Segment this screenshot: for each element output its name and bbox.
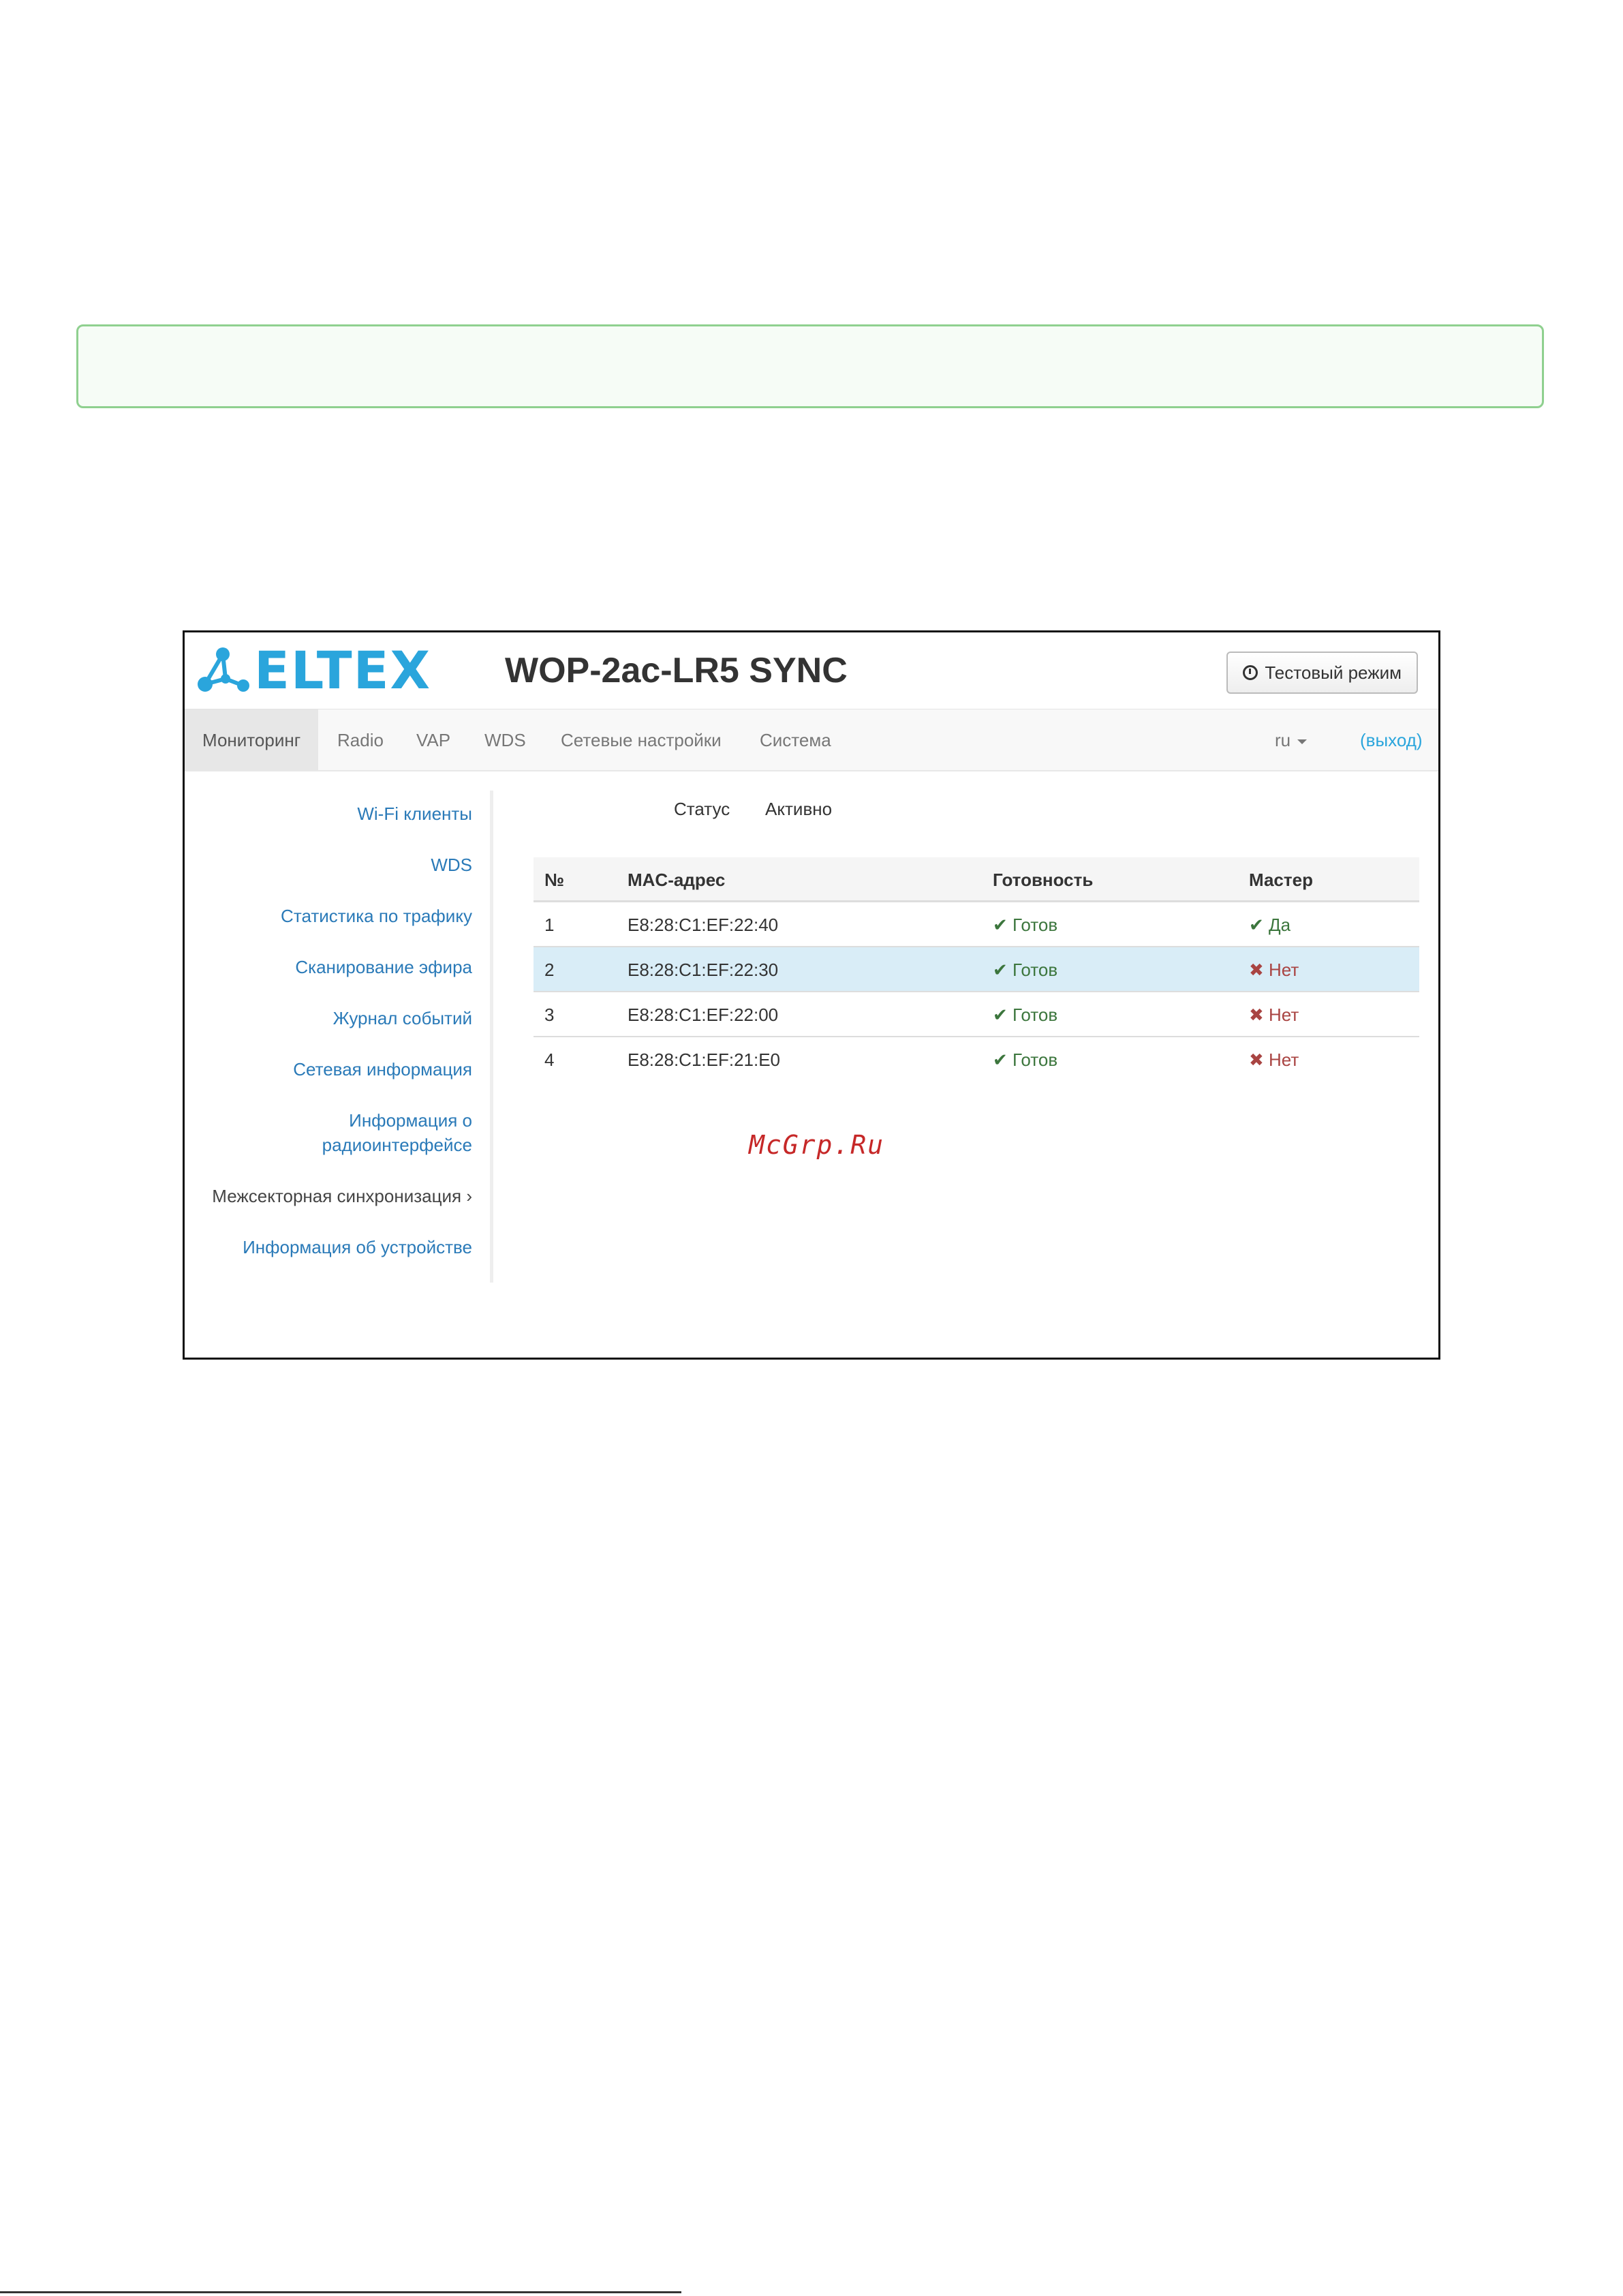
nav-tab-wds[interactable]: WDS bbox=[467, 709, 544, 771]
col-header-master: Мастер bbox=[1249, 870, 1313, 890]
caret-down-icon bbox=[1297, 739, 1308, 744]
logout-link[interactable]: (выход) bbox=[1360, 709, 1423, 771]
nav-tab-radio[interactable]: Radio bbox=[320, 709, 401, 771]
table-header: № MAC-адрес Готовность Мастер bbox=[534, 857, 1419, 902]
cell-mac: E8:28:C1:EF:22:30 bbox=[628, 960, 779, 980]
cell-master: ✔ Да bbox=[1249, 902, 1290, 947]
nav-tab-monitoring[interactable]: Мониторинг bbox=[185, 709, 319, 771]
sidebar-divider bbox=[490, 791, 493, 1283]
status-value: Активно bbox=[765, 799, 833, 819]
cell-mac: E8:28:C1:EF:22:00 bbox=[628, 1005, 779, 1025]
table-row[interactable]: 3 E8:28:C1:EF:22:00 ✔ Готов ✖ Нет bbox=[534, 992, 1419, 1037]
master-text: Нет bbox=[1269, 1005, 1299, 1025]
check-icon: ✔ bbox=[993, 960, 1008, 980]
cell-mac: E8:28:C1:EF:22:40 bbox=[628, 915, 779, 935]
cell-num: 4 bbox=[544, 1050, 555, 1070]
check-icon: ✔ bbox=[993, 915, 1008, 935]
cell-num: 1 bbox=[544, 915, 555, 935]
table-row[interactable]: 4 E8:28:C1:EF:21:E0 ✔ Готов ✖ Нет bbox=[534, 1037, 1419, 1082]
ready-text: Готов bbox=[1013, 915, 1058, 935]
check-icon: ✔ bbox=[1249, 915, 1264, 935]
sync-table: № MAC-адрес Готовность Мастер 1 E8:28:C1… bbox=[534, 857, 1419, 1082]
clock-icon bbox=[1243, 665, 1258, 680]
cross-icon: ✖ bbox=[1249, 960, 1264, 980]
cross-icon: ✖ bbox=[1249, 1005, 1264, 1025]
ready-text: Готов bbox=[1013, 1050, 1058, 1070]
status-label: Статус bbox=[674, 799, 730, 819]
eltex-logo: ELTEX bbox=[196, 645, 431, 697]
sidebar-menu: Wi-Fi клиенты WDS Статистика по трафику … bbox=[185, 791, 491, 1283]
check-icon: ✔ bbox=[993, 1005, 1008, 1025]
sidebar-item-sector-sync[interactable]: Межсекторная синхронизация › bbox=[212, 1184, 472, 1208]
cell-master: ✖ Нет bbox=[1249, 992, 1299, 1037]
sidebar-item-air-scan[interactable]: Сканирование эфира bbox=[295, 955, 472, 979]
sidebar-item-wds[interactable]: WDS bbox=[431, 853, 472, 877]
table-row[interactable]: 2 E8:28:C1:EF:22:30 ✔ Готов ✖ Нет bbox=[534, 947, 1419, 992]
col-header-num: № bbox=[544, 870, 564, 890]
cell-num: 3 bbox=[544, 1005, 555, 1025]
nav-tab-vap[interactable]: VAP bbox=[399, 709, 468, 771]
cell-num: 2 bbox=[544, 960, 555, 980]
logo-network-icon bbox=[198, 647, 249, 692]
language-value: ru bbox=[1275, 730, 1291, 750]
master-text: Да bbox=[1269, 915, 1291, 935]
col-header-ready: Готовность bbox=[993, 870, 1094, 890]
main-navbar: Мониторинг Radio VAP WDS Сетевые настрой… bbox=[185, 709, 1438, 771]
app-window: ELTEX WOP-2ac-LR5 SYNC Тестовый режим Мо… bbox=[183, 630, 1440, 1360]
cell-ready: ✔ Готов bbox=[993, 902, 1057, 947]
cross-icon: ✖ bbox=[1249, 1050, 1264, 1070]
watermark: McGrp.Ru bbox=[749, 1130, 885, 1160]
cell-ready: ✔ Готов bbox=[993, 992, 1057, 1037]
master-text: Нет bbox=[1269, 960, 1299, 980]
sidebar-item-radio-info-line1[interactable]: Информация о bbox=[349, 1108, 472, 1133]
cell-ready: ✔ Готов bbox=[993, 947, 1057, 992]
sidebar-item-network-info[interactable]: Сетевая информация bbox=[293, 1057, 472, 1082]
master-text: Нет bbox=[1269, 1050, 1299, 1070]
nav-tab-system[interactable]: Система bbox=[742, 709, 849, 771]
footer-rule bbox=[0, 2291, 681, 2293]
ready-text: Готов bbox=[1013, 960, 1058, 980]
check-icon: ✔ bbox=[993, 1050, 1008, 1070]
cell-master: ✖ Нет bbox=[1249, 947, 1299, 992]
device-title: WOP-2ac-LR5 SYNC bbox=[505, 651, 848, 690]
sidebar-item-wifi-clients[interactable]: Wi-Fi клиенты bbox=[357, 801, 472, 826]
cell-master: ✖ Нет bbox=[1249, 1037, 1299, 1082]
ready-text: Готов bbox=[1013, 1005, 1058, 1025]
table-row[interactable]: 1 E8:28:C1:EF:22:40 ✔ Готов ✔ Да bbox=[534, 902, 1419, 947]
test-mode-button[interactable]: Тестовый режим bbox=[1226, 652, 1418, 694]
app-header: ELTEX WOP-2ac-LR5 SYNC Тестовый режим bbox=[185, 632, 1438, 709]
cell-ready: ✔ Готов bbox=[993, 1037, 1057, 1082]
cell-mac: E8:28:C1:EF:21:E0 bbox=[628, 1050, 781, 1070]
sidebar-item-traffic-stats[interactable]: Статистика по трафику bbox=[281, 904, 472, 928]
nav-tab-network-settings[interactable]: Сетевые настройки bbox=[543, 709, 739, 771]
sidebar-item-event-log[interactable]: Журнал событий bbox=[333, 1006, 472, 1030]
test-mode-label: Тестовый режим bbox=[1265, 662, 1402, 683]
sidebar-item-radio-info-line2[interactable]: радиоинтерфейсе bbox=[322, 1133, 472, 1157]
sidebar-item-device-info[interactable]: Информация об устройстве bbox=[243, 1235, 472, 1259]
note-box bbox=[76, 324, 1544, 408]
logo-text: ELTEX bbox=[254, 640, 432, 701]
language-dropdown[interactable]: ru bbox=[1275, 709, 1308, 771]
col-header-mac: MAC-адрес bbox=[628, 870, 726, 890]
